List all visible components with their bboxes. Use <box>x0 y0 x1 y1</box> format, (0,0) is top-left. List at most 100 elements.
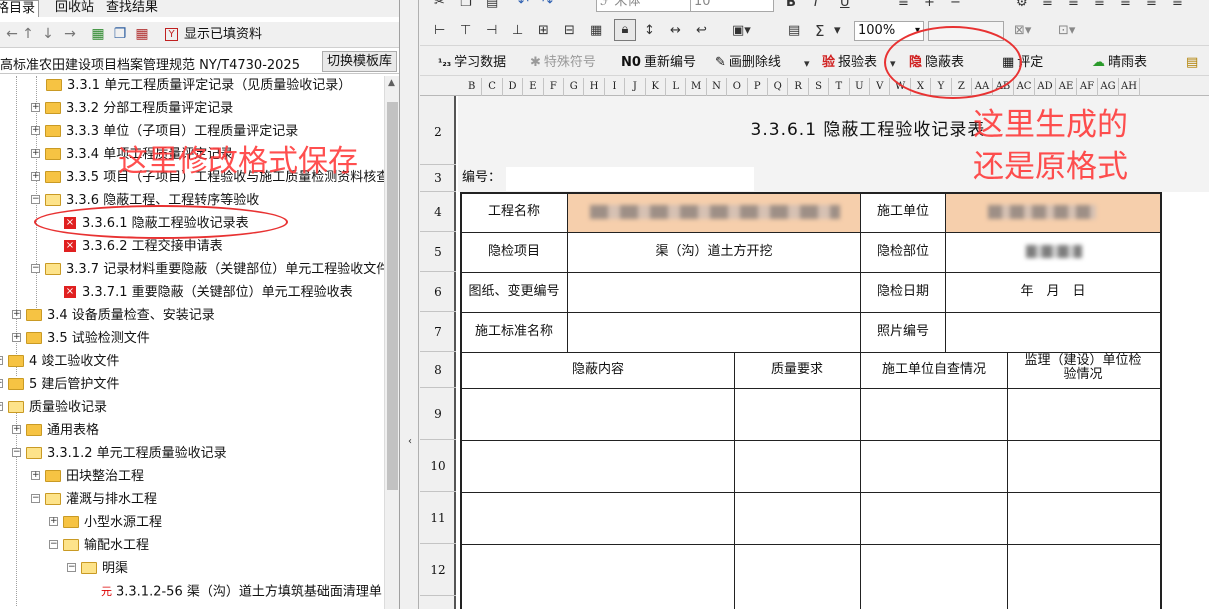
tree-node[interactable]: + 田块整治工程 <box>31 467 144 489</box>
left-scrollbar[interactable]: ▲ <box>384 76 399 609</box>
sum-icon[interactable]: Σ <box>815 23 824 39</box>
tree-node[interactable]: + 通用表格 <box>12 421 99 443</box>
align-left-icon[interactable]: ≡ <box>1042 0 1053 11</box>
border-icon[interactable]: ⊠▾ <box>1014 23 1031 39</box>
tree-node[interactable]: +3.5 试验检测文件 <box>12 329 150 351</box>
tree-node[interactable]: − 灌溉与排水工程 <box>31 490 157 512</box>
arrow-right-icon[interactable]: → <box>62 26 78 42</box>
paste-icon[interactable]: ▤ <box>486 0 498 11</box>
row-header-cell[interactable]: 9 <box>420 388 456 440</box>
column-header-cell[interactable]: H <box>584 78 605 96</box>
column-header-cell[interactable]: D <box>503 78 524 96</box>
expand-icon[interactable]: + <box>12 310 21 319</box>
tree-node[interactable]: − 3.3.7 记录材料重要隐蔽（关键部位）单元工程验收文件 <box>31 260 384 282</box>
dropdown-icon[interactable]: ▾ <box>804 56 810 72</box>
tree-node[interactable]: 元 3.3.1.2-56 渠（沟）道土方填筑基础面清理单 <box>101 582 382 604</box>
copy-icon[interactable]: ❐ <box>460 0 472 11</box>
expand-icon[interactable]: + <box>49 517 58 526</box>
more-tools-icon[interactable]: ▤ <box>1186 55 1198 71</box>
column-header-cell[interactable]: J <box>625 78 646 96</box>
tree-node[interactable]: +5 建后管护文件 <box>0 375 119 397</box>
insert-row-icon[interactable]: ⊢ <box>434 23 445 39</box>
column-header-cell[interactable]: N <box>707 78 728 96</box>
column-header-cell[interactable]: L <box>666 78 687 96</box>
font-size-select[interactable]: 10 <box>690 0 774 12</box>
tree-node[interactable]: + 小型水源工程 <box>49 513 162 535</box>
collapse-icon[interactable]: − <box>49 540 58 549</box>
expand-icon[interactable]: + <box>31 471 40 480</box>
column-header-cell[interactable]: F <box>544 78 564 96</box>
row-header-cell[interactable]: 11 <box>420 492 456 544</box>
column-header-cell[interactable]: U <box>850 78 870 96</box>
row-header-cell[interactable]: 8 <box>420 352 456 388</box>
image-icon[interactable]: ▣▾ <box>732 23 751 39</box>
strikethrough-button[interactable]: ✎ 画删除线 <box>715 54 781 72</box>
renumber-button[interactable]: N0 重新编号 <box>621 54 696 72</box>
tree-node[interactable]: − 明渠 <box>67 559 128 581</box>
tree-node[interactable]: 3.3.1 单元工程质量评定记录（见质量验收记录） <box>46 76 351 98</box>
row-header-cell[interactable]: 2 <box>420 100 456 165</box>
font-name-select[interactable]: ℱ 宋体 <box>596 0 692 12</box>
column-header-cell[interactable]: S <box>809 78 830 96</box>
tree-node[interactable]: +3.4 设备质量检查、安装记录 <box>12 306 215 328</box>
column-header-cell[interactable]: O <box>727 78 748 96</box>
column-header-cell[interactable]: AH <box>1119 78 1140 96</box>
row-header-cell[interactable]: 5 <box>420 232 456 272</box>
add-table-icon[interactable]: ▦ <box>90 26 106 42</box>
tree-node[interactable]: × 3.3.7.1 重要隐蔽（关键部位）单元工程验收表 <box>64 283 353 305</box>
undo-icon[interactable]: ↶ <box>518 0 529 11</box>
redo-icon[interactable]: ↷ <box>542 0 553 11</box>
column-header-cell[interactable]: AD <box>1035 78 1056 96</box>
column-header-cell[interactable]: AG <box>1098 78 1119 96</box>
split-icon[interactable]: ⊟ <box>564 23 575 39</box>
col-width-icon[interactable]: ↔ <box>670 23 681 39</box>
underline-icon[interactable]: U <box>840 0 850 11</box>
collapse-icon[interactable]: − <box>12 448 21 457</box>
align-right-icon[interactable]: ≡ <box>1094 0 1105 11</box>
scroll-up-icon[interactable]: ▲ <box>388 78 395 88</box>
tree-node[interactable]: − 质量验收记录 <box>0 398 107 420</box>
number-input[interactable] <box>506 167 754 191</box>
column-header-cell[interactable]: T <box>829 78 850 96</box>
tab-catalog[interactable]: 格目录 <box>0 0 40 17</box>
collapse-icon[interactable]: − <box>0 402 3 411</box>
tree-node[interactable]: − 输配水工程 <box>49 536 149 558</box>
column-header-cell[interactable]: V <box>870 78 891 96</box>
arrow-up-icon[interactable]: ↑ <box>20 26 36 42</box>
collapse-icon[interactable]: − <box>31 264 40 273</box>
column-header-cell[interactable]: AE <box>1056 78 1077 96</box>
column-header-cell[interactable]: P <box>748 78 768 96</box>
tree-node[interactable]: +3.3.2 分部工程质量评定记录 <box>31 99 233 121</box>
align-icon[interactable]: ≡ <box>898 0 909 11</box>
column-header-cell[interactable]: M <box>686 78 707 96</box>
select-all-corner[interactable] <box>430 82 440 92</box>
row-header-cell[interactable]: 12 <box>420 544 456 596</box>
row-header-cell[interactable]: 7 <box>420 312 456 352</box>
expand-icon[interactable]: + <box>31 126 40 135</box>
valign-icon[interactable]: ≡ <box>1172 0 1183 11</box>
collapse-icon[interactable]: − <box>31 494 40 503</box>
inspection-form-button[interactable]: 验报验表 <box>822 54 877 72</box>
collapse-icon[interactable]: − <box>67 563 76 572</box>
special-symbol-button[interactable]: ✱ 特殊符号 <box>530 54 596 72</box>
scroll-thumb[interactable] <box>387 102 398 490</box>
row-height-icon[interactable]: ↕ <box>644 23 655 39</box>
lock-icon[interactable]: 🔒︎ <box>614 19 636 41</box>
delete-table-icon[interactable]: ▦ <box>134 26 150 42</box>
copy-icon[interactable]: ❐ <box>112 26 128 42</box>
column-header-cell[interactable]: K <box>646 78 666 96</box>
format-icon[interactable]: ▦ <box>590 23 602 39</box>
collapse-icon[interactable]: − <box>31 195 40 204</box>
add-icon[interactable]: + <box>924 0 935 11</box>
italic-icon[interactable]: I <box>814 0 818 11</box>
switch-template-button[interactable]: 切换模板库 <box>322 51 397 72</box>
expand-icon[interactable]: + <box>12 333 21 342</box>
settings-icon[interactable]: ⚙ <box>1016 0 1028 11</box>
row-header-cell[interactable]: 3 <box>420 165 456 192</box>
column-header-cell[interactable]: Q <box>768 78 789 96</box>
sum-dropdown-icon[interactable]: ▾ <box>834 23 841 39</box>
show-filled-button[interactable]: Y 显示已填资料 <box>165 25 262 44</box>
column-header-cell[interactable]: C <box>482 78 503 96</box>
border-color-icon[interactable]: ⊡▾ <box>1058 23 1075 39</box>
expand-icon[interactable]: + <box>31 172 40 181</box>
